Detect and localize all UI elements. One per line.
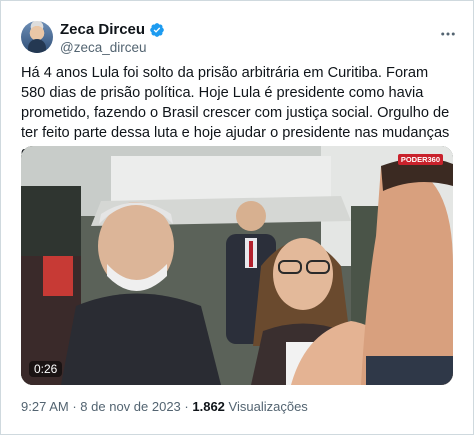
- meta-separator: ·: [72, 399, 77, 414]
- video-duration-badge: 0:26: [29, 361, 63, 377]
- tweet-header: Zeca Dirceu @zeca_dirceu: [17, 15, 457, 59]
- author-handle[interactable]: @zeca_dirceu: [60, 40, 147, 55]
- meta-separator: ·: [184, 399, 189, 414]
- video-thumbnail: [21, 146, 453, 385]
- tweet-card: Zeca Dirceu @zeca_dirceu Há 4 anos Lula …: [0, 0, 474, 435]
- channel-logo: PODER360: [397, 154, 443, 165]
- tweet-time[interactable]: 9:27 AM: [21, 399, 69, 414]
- tweet-meta: 9:27 AM · 8 de nov de 2023 · 1.862 Visua…: [21, 399, 308, 414]
- video-player[interactable]: PODER360 0:26: [21, 146, 453, 385]
- views-count: 1.862: [192, 399, 225, 414]
- tweet-date[interactable]: 8 de nov de 2023: [80, 399, 180, 414]
- views-label: Visualizações: [228, 399, 308, 414]
- avatar[interactable]: [21, 21, 53, 53]
- author-display-name[interactable]: Zeca Dirceu: [60, 21, 145, 39]
- verified-badge-icon: [149, 22, 165, 38]
- more-horizontal-icon[interactable]: [439, 25, 457, 48]
- author-name-row[interactable]: Zeca Dirceu: [60, 21, 165, 39]
